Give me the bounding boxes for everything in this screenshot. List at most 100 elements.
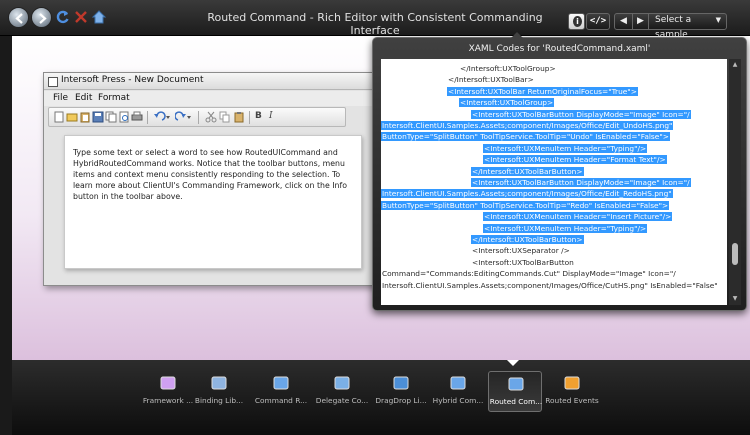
dock-item-label: Routed Com... — [489, 397, 543, 406]
dock-item-label: DragDrop Li... — [375, 396, 427, 405]
window-icon — [48, 77, 58, 87]
paste-icon[interactable] — [79, 111, 91, 123]
code-line-text: <Intersoft:UXToolBarButton DisplayMode="… — [471, 109, 691, 119]
code-line-text: <Intersoft:UXToolBar ReturnOriginalFocus… — [447, 86, 638, 96]
dock-item-label: Binding Lib... — [194, 396, 244, 405]
code-text-area[interactable]: </Intersoft:UXToolGroup> </Intersoft:UXTo… — [381, 59, 727, 305]
code-line-text: </Intersoft:UXToolBar> — [448, 75, 534, 85]
cut-icon[interactable] — [205, 111, 217, 123]
toolbar-separator — [198, 111, 199, 124]
previous-sample-button[interactable]: ◀ — [615, 14, 632, 29]
code-line: <Intersoft:UXToolGroup> — [381, 97, 727, 108]
dock-item[interactable]: Command R... — [254, 371, 308, 412]
active-indicator-icon — [507, 360, 519, 366]
undo-icon[interactable] — [153, 111, 171, 123]
dock-item[interactable]: DragDrop Li... — [374, 371, 428, 412]
code-line-text: <Intersoft:UXMenuItem Header="Insert Pic… — [483, 212, 673, 222]
menu-format[interactable]: Format — [98, 93, 130, 103]
binding-icon — [211, 376, 227, 390]
scroll-up-icon[interactable]: ▲ — [731, 61, 739, 69]
italic-icon[interactable]: I — [269, 111, 281, 123]
code-line: <Intersoft:UXToolBarButton DisplayMode="… — [381, 109, 727, 120]
code-line: <Intersoft:UXMenuItem Header="Format Tex… — [381, 154, 727, 165]
back-button[interactable] — [8, 7, 29, 28]
code-line: <Intersoft:UXToolBarButton — [381, 257, 727, 268]
dock-item-label: Routed Events — [545, 396, 599, 405]
view-code-button[interactable]: </> — [586, 13, 610, 30]
open-icon[interactable] — [66, 111, 78, 123]
copy-icon[interactable] — [219, 111, 231, 123]
dock-item-label: Command R... — [254, 396, 308, 405]
code-line: Intersoft.ClientUI.Samples.Assets;compon… — [381, 120, 727, 131]
menu-bar: File Edit Format — [44, 91, 384, 106]
code-line-text: </Intersoft:UXToolBarButton> — [471, 166, 584, 176]
document-text[interactable]: Type some text or select a word to see h… — [73, 147, 355, 202]
code-line-text: Command="Commands:EditingCommands.Cut" D… — [382, 269, 676, 279]
dock-item[interactable]: Binding Lib... — [192, 371, 246, 412]
code-scrollbar[interactable]: ▲ ▼ — [729, 59, 741, 305]
code-line-text: <Intersoft:UXMenuItem Header="Typing"/> — [483, 223, 648, 233]
copy-doc-icon[interactable] — [105, 111, 117, 123]
editor-toolbar: B I — [48, 107, 346, 127]
home-icon[interactable] — [91, 9, 107, 25]
code-line: Intersoft.ClientUI.Samples.Assets;compon… — [381, 188, 727, 199]
hybrid-icon — [450, 376, 466, 390]
framework-icon — [160, 376, 176, 390]
code-viewer-panel: XAML Codes for 'RoutedCommand.xaml' </In… — [372, 32, 747, 311]
code-line-text: <Intersoft:UXSeparator /> — [472, 246, 570, 256]
dock-item-label: Delegate Co... — [315, 396, 369, 405]
top-bar: Routed Command - Rich Editor with Consis… — [0, 0, 750, 40]
dock-item[interactable]: Framework ... — [141, 371, 195, 412]
code-line: Intersoft.ClientUI.Samples.Assets;compon… — [381, 280, 727, 291]
editor-window: Intersoft Press - New Document File Edit… — [43, 72, 385, 286]
code-line: </Intersoft:UXToolBarButton> — [381, 166, 727, 177]
code-line: <Intersoft:UXMenuItem Header="Typing"/> — [381, 143, 727, 154]
app-title: Routed Command - Rich Editor with Consis… — [207, 11, 543, 37]
scroll-down-icon[interactable]: ▼ — [731, 295, 739, 303]
code-line-text: ButtonType="SplitButton" ToolTipService.… — [381, 132, 670, 142]
code-line: Command="Commands:EditingCommands.Cut" D… — [381, 268, 727, 279]
scroll-thumb[interactable] — [732, 243, 738, 265]
code-line-text: Intersoft.ClientUI.Samples.Assets;compon… — [382, 280, 718, 290]
document-page[interactable]: Type some text or select a word to see h… — [64, 135, 362, 269]
dock-item[interactable]: Routed Com... — [488, 371, 542, 412]
dock-item[interactable]: Hybrid Com... — [431, 371, 485, 412]
print-icon[interactable] — [131, 111, 143, 123]
code-line: <Intersoft:UXMenuItem Header="Typing"/> — [381, 223, 727, 234]
code-line-text: </Intersoft:UXToolBarButton> — [471, 235, 584, 244]
dock-item-label: Hybrid Com... — [432, 396, 484, 405]
forward-button[interactable] — [31, 7, 52, 28]
code-line-text: <Intersoft:UXToolBarButton DisplayMode="… — [471, 178, 691, 187]
save-icon[interactable] — [92, 111, 104, 123]
bold-icon[interactable]: B — [255, 111, 267, 123]
code-line-text: <Intersoft:UXToolGroup> — [459, 98, 555, 108]
info-button[interactable]: i — [568, 13, 585, 30]
toolbar-separator — [249, 111, 250, 124]
code-panel-title: XAML Codes for 'RoutedCommand.xaml' — [468, 44, 651, 54]
refresh-icon[interactable] — [55, 9, 71, 25]
new-doc-icon[interactable] — [53, 111, 65, 123]
stop-icon[interactable] — [73, 9, 89, 25]
code-line-text: Intersoft.ClientUI.Samples.Assets;compon… — [381, 189, 673, 199]
menu-file[interactable]: File — [53, 93, 68, 103]
menu-edit[interactable]: Edit — [75, 93, 92, 103]
code-line-text: </Intersoft:UXToolGroup> — [460, 64, 556, 73]
clipboard-icon[interactable] — [233, 111, 245, 123]
print-preview-icon[interactable] — [118, 111, 130, 123]
code-line: </Intersoft:UXToolBar> — [381, 74, 727, 85]
code-line-text: <Intersoft:UXMenuItem Header="Typing"/> — [483, 143, 648, 153]
code-line-text: Intersoft.ClientUI.Samples.Assets;compon… — [381, 121, 674, 130]
dock-item[interactable]: Routed Events — [545, 371, 599, 412]
code-line-text: <Intersoft:UXToolBarButton — [472, 257, 574, 267]
chevron-down-icon: ▼ — [715, 16, 721, 24]
redo-icon[interactable] — [175, 111, 193, 123]
editor-title-bar[interactable]: Intersoft Press - New Document — [44, 73, 384, 90]
code-line: <Intersoft:UXSeparator /> — [381, 245, 727, 256]
info-icon: i — [573, 16, 582, 27]
code-line-text: ButtonType="SplitButton" ToolTipService.… — [381, 200, 670, 210]
select-sample-dropdown[interactable]: Select a sample ▼ — [650, 13, 724, 40]
delegate-icon — [334, 376, 350, 390]
dock-item[interactable]: Delegate Co... — [315, 371, 369, 412]
code-line: <Intersoft:UXToolBar ReturnOriginalFocus… — [381, 86, 727, 97]
next-sample-button[interactable]: ▶ — [632, 14, 649, 29]
